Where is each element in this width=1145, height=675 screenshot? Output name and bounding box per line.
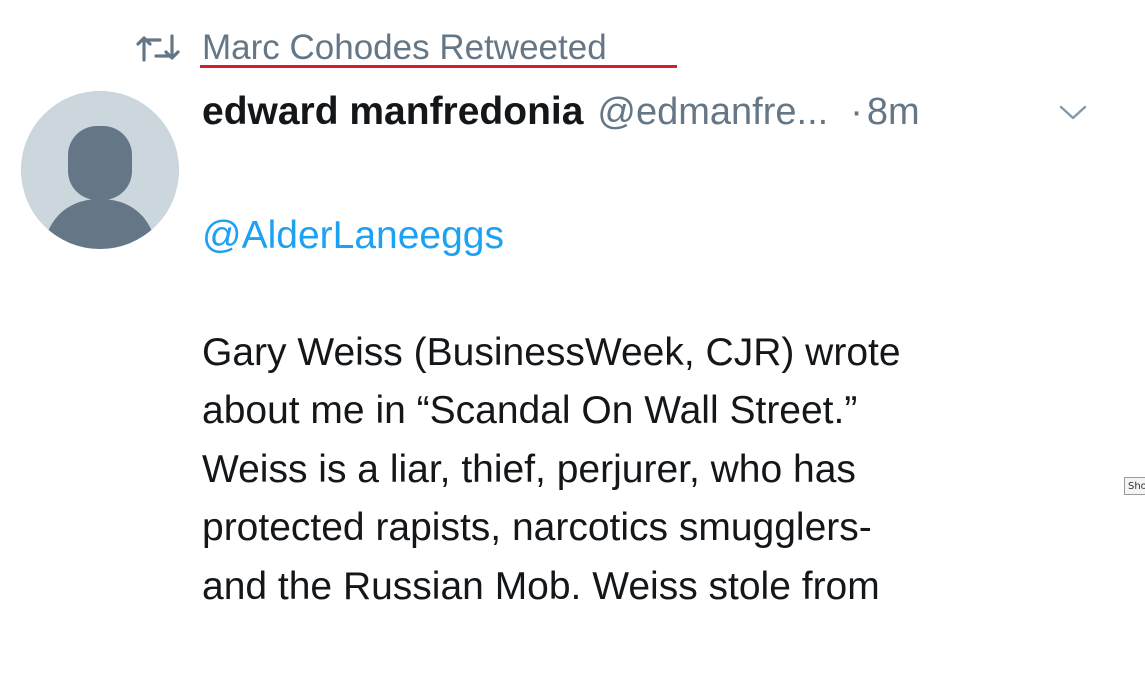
- tweet-timestamp[interactable]: 8m: [867, 91, 920, 134]
- avatar[interactable]: [21, 91, 179, 249]
- separator-dot: ·: [850, 90, 863, 133]
- red-underline-annotation: [200, 65, 677, 68]
- display-name[interactable]: edward manfredonia: [202, 90, 583, 134]
- chevron-down-icon: [1059, 105, 1087, 120]
- retweet-context[interactable]: Marc Cohodes Retweeted: [136, 26, 607, 70]
- default-avatar-icon: [21, 91, 179, 249]
- tweet-body: @AlderLaneeggs Gary Weiss (BusinessWeek,…: [202, 148, 1102, 675]
- corner-tooltip[interactable]: Sho: [1124, 477, 1145, 495]
- tweet-text: Gary Weiss (BusinessWeek, CJR) wrote abo…: [202, 330, 901, 608]
- tweet-menu-button[interactable]: [1056, 98, 1090, 126]
- retweet-icon: [136, 30, 180, 66]
- user-handle[interactable]: @edmanfre...: [597, 91, 828, 134]
- retweeted-by-label[interactable]: Marc Cohodes Retweeted: [202, 28, 607, 68]
- mention-link[interactable]: @AlderLaneeggs: [202, 207, 1102, 266]
- tweet-header: edward manfredonia @edmanfre... · 8m: [202, 84, 920, 140]
